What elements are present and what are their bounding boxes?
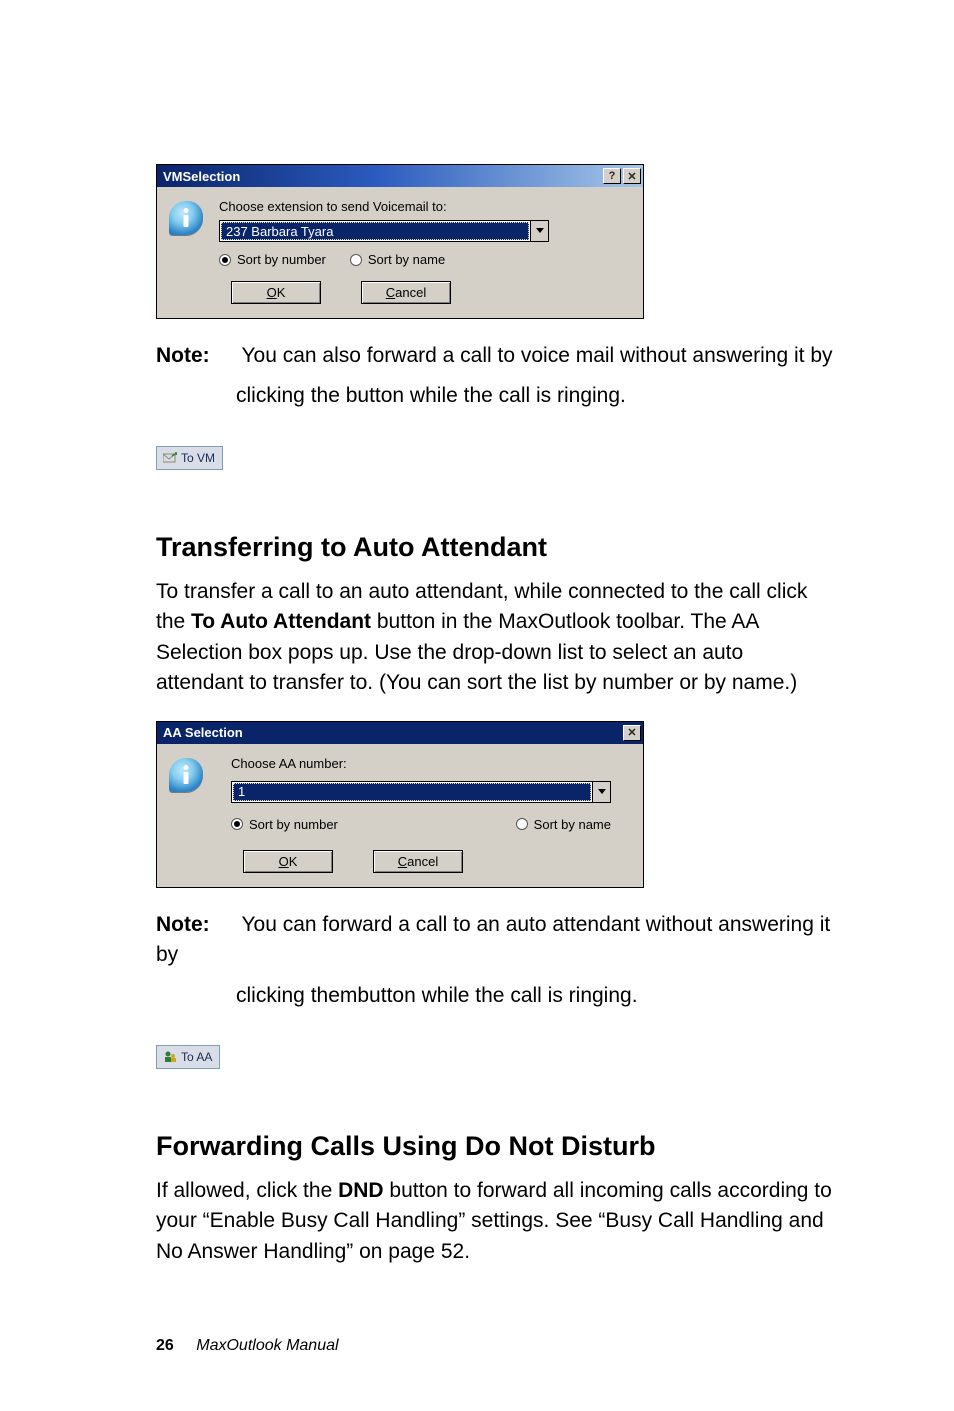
dialog-button-row: OK Cancel: [231, 281, 631, 304]
dialog-form: Choose AA number: 1 Sort by number Sort …: [231, 756, 631, 873]
vm-prompt-label: Choose extension to send Voicemail to:: [219, 199, 631, 214]
book-title: MaxOutlook Manual: [196, 1337, 338, 1354]
dialog-titlebar: VMSelection ? ✕: [157, 165, 643, 187]
cancel-button[interactable]: Cancel: [361, 281, 451, 304]
note-text: You can forward a call to an auto attend…: [156, 913, 830, 966]
note-continuation: clicking the button while the call is ri…: [236, 381, 834, 411]
document-page: VMSelection ? ✕ Choose extension to send…: [0, 0, 954, 1411]
info-icon: [169, 199, 209, 304]
dropdown-arrow-icon[interactable]: [592, 782, 610, 802]
titlebar-buttons: ✕: [623, 725, 643, 741]
radio-dot-icon: [350, 254, 362, 266]
attendant-icon: [163, 1050, 177, 1064]
note: Note: You can forward a call to an auto …: [156, 910, 834, 971]
help-button[interactable]: ?: [603, 168, 621, 184]
sort-radio-group: Sort by number Sort by name: [231, 817, 611, 832]
close-button[interactable]: ✕: [623, 725, 641, 741]
radio-dot-icon: [219, 254, 231, 266]
close-button[interactable]: ✕: [623, 168, 641, 184]
to-aa-label: To AA: [181, 1050, 212, 1064]
sort-by-name-radio[interactable]: Sort by name: [516, 817, 611, 832]
aa-selection-dialog-figure: AA Selection ✕ Choose AA number: 1: [156, 721, 834, 888]
page-number: 26: [156, 1337, 174, 1354]
note-continuation: clicking thembutton while the call is ri…: [236, 981, 834, 1011]
note-text: You can also forward a call to voice mai…: [241, 344, 832, 367]
info-icon: [169, 756, 209, 873]
sort-by-name-radio[interactable]: Sort by name: [350, 252, 445, 267]
ok-button[interactable]: OK: [243, 850, 333, 873]
combo-selected-value: 237 Barbara Tyara: [221, 222, 529, 240]
combo-selected-value: 1: [233, 783, 591, 801]
heading-dnd: Forwarding Calls Using Do Not Disturb: [156, 1131, 834, 1162]
aa-prompt-label: Choose AA number:: [231, 756, 631, 771]
aa-selection-dialog: AA Selection ✕ Choose AA number: 1: [156, 721, 644, 888]
dialog-body: Choose AA number: 1 Sort by number Sort …: [157, 744, 643, 887]
sort-by-number-radio[interactable]: Sort by number: [231, 817, 338, 832]
note: Note: You can also forward a call to voi…: [156, 341, 834, 371]
radio-dot-icon: [231, 818, 243, 830]
page-footer: 26 MaxOutlook Manual: [156, 1337, 339, 1355]
dialog-titlebar: AA Selection ✕: [157, 722, 643, 744]
heading-transferring-aa: Transferring to Auto Attendant: [156, 532, 834, 563]
note-label: Note:: [156, 341, 236, 371]
note-label: Note:: [156, 910, 236, 940]
titlebar-buttons: ? ✕: [603, 168, 643, 184]
ok-button[interactable]: OK: [231, 281, 321, 304]
vmselection-dialog-figure: VMSelection ? ✕ Choose extension to send…: [156, 164, 834, 319]
sort-radio-group: Sort by number Sort by name: [219, 252, 631, 267]
dialog-title: AA Selection: [163, 725, 623, 740]
aa-number-combo[interactable]: 1: [231, 781, 611, 803]
dialog-form: Choose extension to send Voicemail to: 2…: [219, 199, 631, 304]
dialog-button-row: OK Cancel: [243, 850, 631, 873]
dropdown-arrow-icon[interactable]: [530, 221, 548, 241]
to-vm-toolbar-button[interactable]: To VM: [156, 446, 223, 470]
dialog-title: VMSelection: [163, 169, 603, 184]
to-vm-label: To VM: [181, 451, 215, 465]
voicemail-icon: [163, 452, 177, 464]
para-dnd: If allowed, click the DND button to forw…: [156, 1176, 834, 1267]
vmselection-dialog: VMSelection ? ✕ Choose extension to send…: [156, 164, 644, 319]
dialog-body: Choose extension to send Voicemail to: 2…: [157, 187, 643, 318]
sort-by-number-radio[interactable]: Sort by number: [219, 252, 326, 267]
vm-extension-combo[interactable]: 237 Barbara Tyara: [219, 220, 549, 242]
radio-dot-icon: [516, 818, 528, 830]
para-aa: To transfer a call to an auto attendant,…: [156, 577, 834, 699]
to-aa-toolbar-button[interactable]: To AA: [156, 1045, 220, 1069]
cancel-button[interactable]: Cancel: [373, 850, 463, 873]
